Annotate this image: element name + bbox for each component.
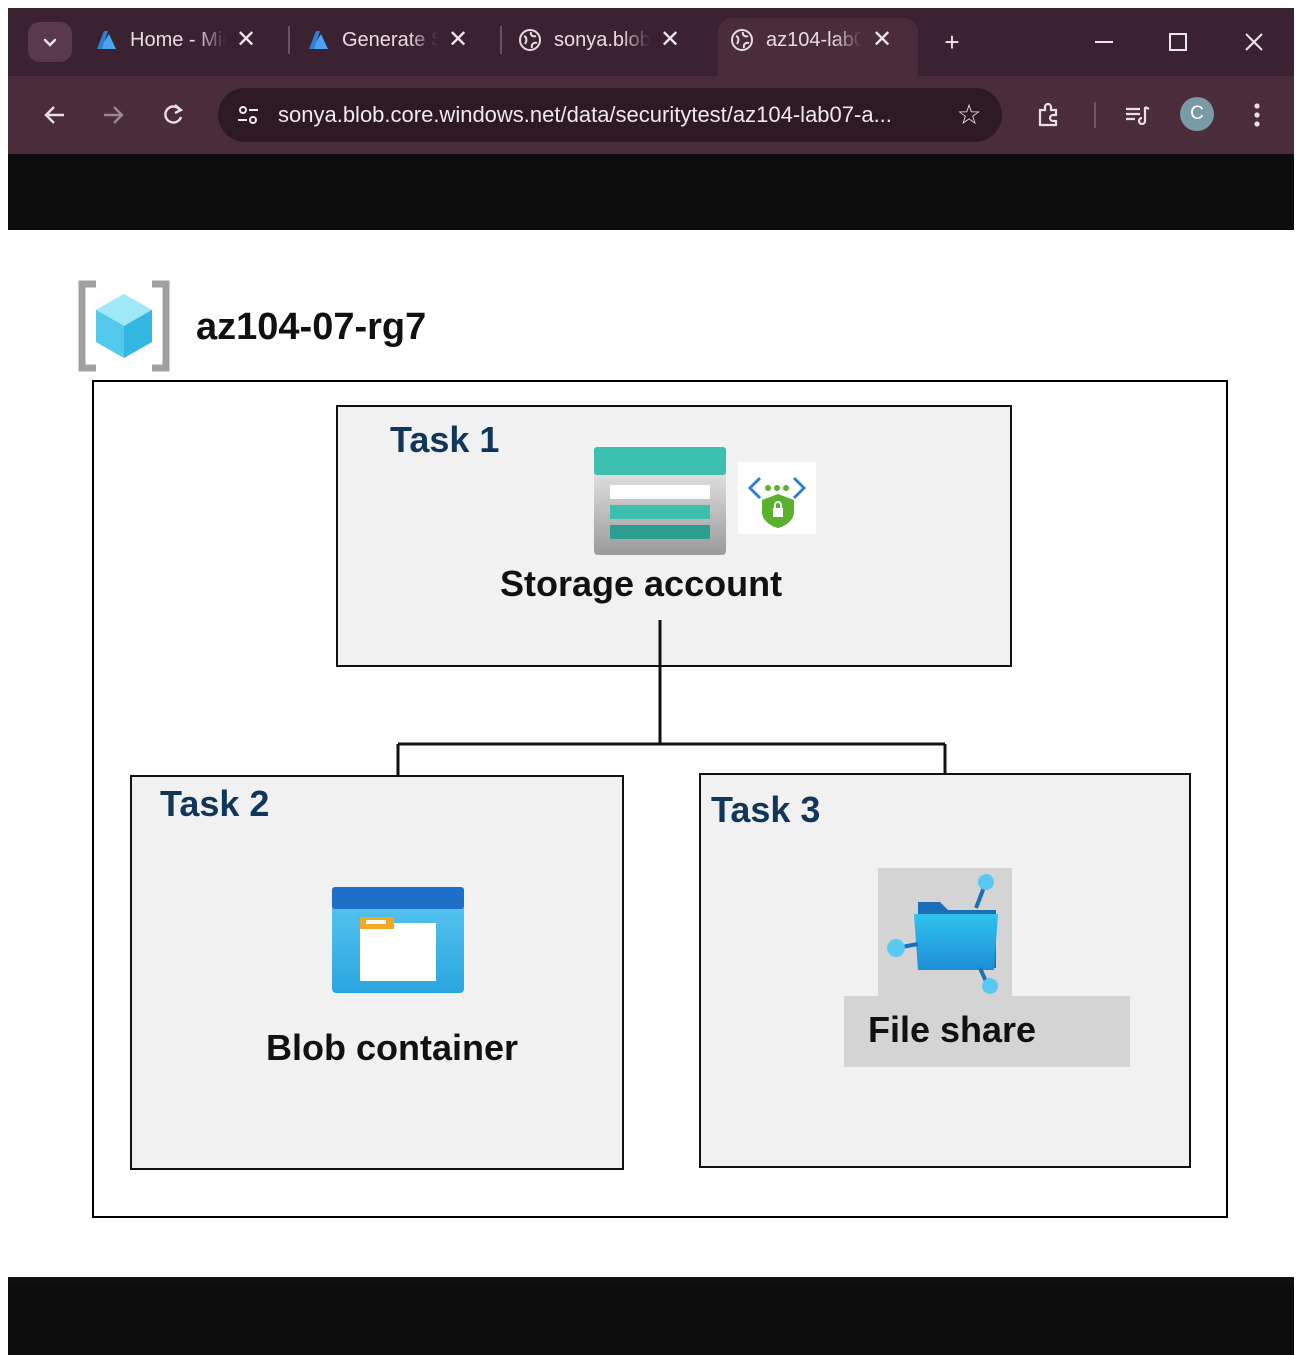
tab-az104-lab07[interactable]: az104-lab07 ✕ bbox=[730, 20, 892, 60]
task2-box: Task 2 Blob container bbox=[130, 775, 624, 1170]
maximize-icon bbox=[1169, 33, 1187, 51]
tab-strip: Home - Microsoft Azure ✕ Generate SAS ✕ … bbox=[8, 8, 1294, 76]
tab-home-azure[interactable]: Home - Microsoft Azure ✕ bbox=[94, 20, 256, 60]
blob-container-icon bbox=[332, 887, 464, 993]
image-viewer-bottom-bar bbox=[8, 1285, 1294, 1355]
globe-icon bbox=[519, 29, 541, 51]
arrow-right-icon bbox=[104, 106, 124, 124]
new-tab-button[interactable]: + bbox=[932, 22, 972, 62]
close-icon[interactable]: ✕ bbox=[660, 28, 680, 52]
close-icon[interactable]: ✕ bbox=[448, 28, 468, 52]
azure-icon bbox=[97, 31, 116, 49]
tab-label: az104-lab07 bbox=[766, 28, 862, 51]
more-vertical-icon bbox=[1254, 103, 1260, 127]
tab-search-button[interactable] bbox=[28, 22, 72, 62]
close-window-button[interactable] bbox=[1234, 22, 1274, 62]
image-content: az104-07-rg7 Task 1 Storage account Task bbox=[8, 230, 1294, 1277]
maximize-button[interactable] bbox=[1158, 22, 1198, 62]
tab-separator bbox=[288, 26, 290, 54]
blob-container-caption: Blob container bbox=[266, 1027, 519, 1068]
extensions-button[interactable] bbox=[1028, 94, 1070, 136]
close-icon bbox=[1245, 33, 1263, 51]
task2-label: Task 2 bbox=[160, 783, 270, 824]
tab-generate-sas[interactable]: Generate SAS ✕ bbox=[306, 20, 468, 60]
chevron-down-icon bbox=[43, 38, 57, 47]
menu-button[interactable] bbox=[1236, 94, 1278, 136]
close-icon[interactable]: ✕ bbox=[872, 28, 892, 52]
tab-label: Home - Microsoft Azure bbox=[130, 28, 226, 51]
site-info-icon[interactable] bbox=[232, 99, 264, 131]
task3-label: Task 3 bbox=[711, 789, 821, 830]
globe-icon bbox=[731, 29, 753, 51]
bookmark-star-icon[interactable]: ☆ bbox=[952, 97, 986, 131]
azure-icon bbox=[309, 31, 328, 49]
close-icon[interactable]: ✕ bbox=[236, 28, 256, 52]
reload-icon bbox=[164, 104, 184, 124]
address-bar[interactable]: sonya.blob.core.windows.net/data/securit… bbox=[218, 88, 1002, 142]
back-button[interactable] bbox=[34, 94, 76, 136]
file-share-icon bbox=[887, 874, 998, 994]
tab-separator bbox=[500, 26, 502, 54]
puzzle-icon bbox=[1038, 102, 1058, 127]
minimize-button[interactable] bbox=[1084, 22, 1124, 62]
url-text: sonya.blob.core.windows.net/data/securit… bbox=[278, 102, 892, 127]
playlist-icon bbox=[1126, 106, 1150, 126]
file-share-caption: File share bbox=[868, 1009, 1037, 1050]
minimize-icon bbox=[1095, 41, 1113, 43]
tab-label: sonya.blob.core.windows.net bbox=[554, 28, 650, 51]
media-controls-button[interactable] bbox=[1116, 94, 1158, 136]
task3-box: Task 3 File share bbox=[699, 773, 1191, 1168]
forward-button[interactable] bbox=[92, 94, 134, 136]
tab-label: Generate SAS bbox=[342, 28, 438, 51]
profile-avatar[interactable]: C bbox=[1180, 97, 1214, 131]
image-viewer-top-bar bbox=[8, 154, 1294, 238]
tab-sonya-blob[interactable]: sonya.blob.core.windows.net ✕ bbox=[518, 20, 680, 60]
arrow-left-icon bbox=[44, 106, 64, 124]
toolbar-separator bbox=[1094, 102, 1096, 128]
reload-button[interactable] bbox=[152, 94, 194, 136]
plus-icon: + bbox=[944, 26, 960, 57]
